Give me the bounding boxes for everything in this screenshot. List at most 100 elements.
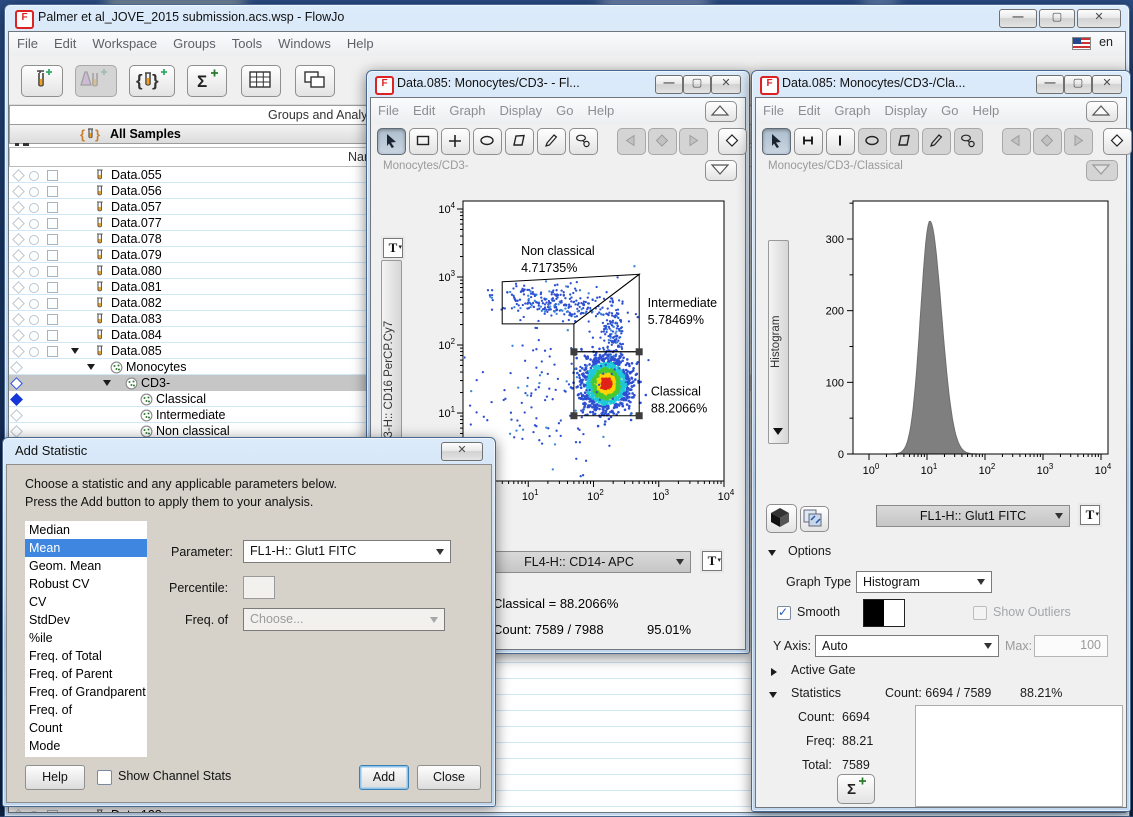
diamond-indicator[interactable]: [12, 313, 25, 326]
add-compensation-button[interactable]: [75, 65, 117, 97]
menu-item-graph[interactable]: Graph: [442, 98, 492, 124]
stat-list-item-mode[interactable]: Mode: [25, 737, 147, 755]
stat-list-item-ile[interactable]: %ile: [25, 629, 147, 647]
circle-indicator[interactable]: [29, 315, 39, 325]
diamond-indicator[interactable]: [10, 361, 23, 374]
color-swatch[interactable]: [863, 599, 905, 627]
active-gate-disclosure[interactable]: [771, 668, 777, 676]
graph-type-side-button[interactable]: Histogram: [768, 240, 789, 444]
ellipse-gate-tool-button[interactable]: [858, 128, 887, 155]
diamond-indicator[interactable]: [12, 249, 25, 262]
freehand-gate-tool-button[interactable]: [922, 128, 951, 155]
circle-indicator[interactable]: [29, 331, 39, 341]
circle-indicator[interactable]: [29, 299, 39, 309]
diamond-indicator[interactable]: [12, 809, 25, 812]
add-statistic-button[interactable]: Σ: [837, 774, 875, 804]
menu-item-help[interactable]: Help: [580, 98, 621, 124]
range-gate-tool-button[interactable]: [794, 128, 823, 155]
parameter-dropdown[interactable]: FL1-H:: Glut1 FITC: [243, 540, 451, 563]
stat-list-item-cv[interactable]: CV: [25, 593, 147, 611]
expand-triangle[interactable]: [71, 348, 79, 354]
circle-indicator[interactable]: [29, 347, 39, 357]
add-statistic-button[interactable]: Σ: [187, 65, 227, 97]
options-disclosure[interactable]: [768, 550, 776, 556]
diamond-indicator[interactable]: [10, 425, 23, 438]
freq-of-dropdown[interactable]: Choose...: [243, 608, 445, 631]
gate-handle[interactable]: [570, 412, 577, 419]
language-indicator[interactable]: en: [1099, 35, 1113, 49]
autogate-tool-button[interactable]: [569, 128, 598, 155]
collapse-down-button[interactable]: [705, 160, 737, 181]
row-checkbox[interactable]: [47, 202, 58, 213]
diamond-indicator[interactable]: [12, 201, 25, 214]
minimize-button[interactable]: —: [655, 75, 683, 94]
row-checkbox[interactable]: [47, 170, 58, 181]
minimize-button[interactable]: —: [999, 9, 1037, 28]
circle-indicator[interactable]: [29, 187, 39, 197]
stat-list-item-geom-mean[interactable]: Geom. Mean: [25, 557, 147, 575]
show-outliers-checkbox[interactable]: [973, 606, 987, 620]
stat-list-item-freq-of[interactable]: Freq. of: [25, 701, 147, 719]
diamond-indicator[interactable]: [10, 377, 23, 390]
layout-editor-button[interactable]: [295, 65, 335, 97]
maximize-button[interactable]: ▢: [683, 75, 711, 94]
menu-item-edit[interactable]: Edit: [46, 32, 84, 55]
menu-item-file[interactable]: File: [756, 98, 791, 124]
menu-item-help[interactable]: Help: [339, 32, 382, 55]
y-axis-dropdown[interactable]: Auto: [815, 635, 999, 657]
x-axis-parameter-dropdown[interactable]: FL4-H:: CD14- APC: [467, 551, 691, 573]
circle-indicator[interactable]: [29, 235, 39, 245]
prev-population-button[interactable]: [617, 128, 646, 155]
row-checkbox[interactable]: [47, 218, 58, 229]
quadrant-gate-tool-button[interactable]: [441, 128, 470, 155]
select-tool-button[interactable]: [762, 128, 791, 155]
help-button[interactable]: Help: [25, 765, 85, 790]
expand-triangle[interactable]: [87, 364, 95, 370]
current-population-button[interactable]: [648, 128, 677, 155]
row-checkbox[interactable]: [47, 234, 58, 245]
histogram-titlebar[interactable]: F Data.085: Monocytes/CD3-/Cla... — ▢ ✕: [752, 71, 1130, 97]
max-field[interactable]: 100: [1034, 635, 1108, 657]
graph-type-dropdown[interactable]: Histogram: [856, 571, 992, 593]
diamond-indicator[interactable]: [12, 297, 25, 310]
gate-handle[interactable]: [636, 412, 643, 419]
close-button[interactable]: Close: [417, 765, 481, 790]
menu-item-windows[interactable]: Windows: [270, 32, 339, 55]
rectangle-gate-tool-button[interactable]: [409, 128, 438, 155]
table-editor-button[interactable]: [241, 65, 281, 97]
menu-item-workspace[interactable]: Workspace: [84, 32, 165, 55]
diamond-indicator[interactable]: [12, 329, 25, 342]
menu-item-file[interactable]: File: [371, 98, 406, 124]
menu-item-display[interactable]: Display: [878, 98, 935, 124]
row-checkbox[interactable]: [47, 250, 58, 261]
diamond-indicator[interactable]: [12, 185, 25, 198]
menu-item-graph[interactable]: Graph: [827, 98, 877, 124]
menu-item-help[interactable]: Help: [965, 98, 1006, 124]
expand-up-button[interactable]: [1086, 101, 1118, 122]
menu-item-display[interactable]: Display: [493, 98, 550, 124]
diamond-indicator[interactable]: [12, 233, 25, 246]
next-population-button[interactable]: [679, 128, 708, 155]
add-sample-button[interactable]: [21, 65, 63, 97]
menu-item-groups[interactable]: Groups: [165, 32, 224, 55]
stat-list-item-median[interactable]: Median: [25, 521, 147, 539]
main-titlebar[interactable]: F Palmer et al_JOVE_2015 submission.acs.…: [5, 5, 1129, 31]
menu-item-edit[interactable]: Edit: [406, 98, 442, 124]
polygon-gate-tool-button[interactable]: [505, 128, 534, 155]
scatter-titlebar[interactable]: F Data.085: Monocytes/CD3- - Fl... — ▢ ✕: [367, 71, 749, 97]
pseudocolor-button[interactable]: [766, 504, 797, 533]
close-button[interactable]: ✕: [1077, 9, 1121, 28]
bisector-gate-tool-button[interactable]: [826, 128, 855, 155]
diamond-indicator[interactable]: [12, 345, 25, 358]
row-checkbox[interactable]: [47, 266, 58, 277]
maximize-button[interactable]: ▢: [1064, 75, 1092, 94]
polygon-gate-tool-button[interactable]: [890, 128, 919, 155]
gate-handle[interactable]: [636, 348, 643, 355]
circle-indicator[interactable]: [29, 811, 39, 813]
close-button[interactable]: ✕: [1092, 75, 1122, 94]
autogate-tool-button[interactable]: [954, 128, 983, 155]
freehand-gate-tool-button[interactable]: [537, 128, 566, 155]
percentile-field[interactable]: [243, 576, 275, 599]
diamond-indicator[interactable]: [10, 393, 23, 406]
row-checkbox[interactable]: [47, 346, 58, 357]
